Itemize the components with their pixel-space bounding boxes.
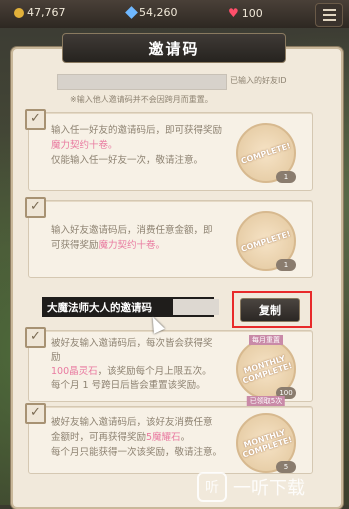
- friend-id-label: 已输入的好友ID: [230, 76, 287, 85]
- check-icon: ✓: [25, 197, 46, 218]
- watermark: 听 一听下载: [189, 469, 349, 505]
- watermark-logo-icon: 听: [197, 472, 227, 502]
- check-icon: ✓: [25, 403, 46, 424]
- my-invite-code-value: [173, 299, 219, 315]
- monthly-complete-stamp: MONTHLY COMPLETE! 5: [236, 413, 296, 473]
- heart-icon: ♥: [228, 6, 239, 20]
- menu-icon: [322, 9, 336, 11]
- reward-card-friend-entered: ✓ 被好友输入邀请码后，每次皆会获得奖 励 100晶灵石，该奖励每个月上限五次。…: [25, 327, 313, 406]
- monthly-reset-banner: 每月重置: [249, 335, 283, 345]
- reward-count-badge: 1: [276, 259, 296, 271]
- gem-icon: [125, 6, 138, 19]
- coin-icon: [14, 7, 24, 18]
- stamina-counter: ♥ 100: [228, 6, 263, 20]
- claimed-count-banner: 已领取5次: [246, 396, 286, 406]
- check-icon: ✓: [25, 109, 46, 130]
- panel-title: 邀请码: [62, 33, 286, 63]
- reward-card-friend-purchase: ✓ 被好友输入邀请码后，该好友消费任意 金额时，可再获得奖励5魔耀石。 每个月只…: [25, 403, 313, 474]
- reset-note: ※输入他人邀请码并不会因跨月而重置。: [70, 95, 213, 104]
- complete-stamp: COMPLETE! 1: [236, 211, 296, 271]
- friend-id-field[interactable]: [57, 74, 227, 90]
- monthly-complete-stamp: 每月重置 MONTHLY COMPLETE! 100 已领取5次: [236, 335, 296, 406]
- menu-button[interactable]: [315, 3, 343, 27]
- copy-button-highlight: [232, 291, 312, 328]
- gem-counter: 54,260: [125, 6, 178, 19]
- resource-bar: 47,767 54,260 ♥ 100: [0, 0, 349, 28]
- check-icon: ✓: [25, 327, 46, 348]
- reward-card-enter-code-purchase: ✓ 输入好友邀请码后，消费任意金额，即 可获得奖励魔力契约十卷。 COMPLET…: [25, 197, 313, 278]
- complete-stamp: COMPLETE! 1: [236, 123, 296, 183]
- gold-counter: 47,767: [14, 6, 66, 19]
- reward-card-enter-code: ✓ 输入任一好友的邀请码后，即可获得奖励 魔力契约十卷。 仅能输入任一好友一次，…: [25, 109, 313, 191]
- reward-count-badge: 1: [276, 171, 296, 183]
